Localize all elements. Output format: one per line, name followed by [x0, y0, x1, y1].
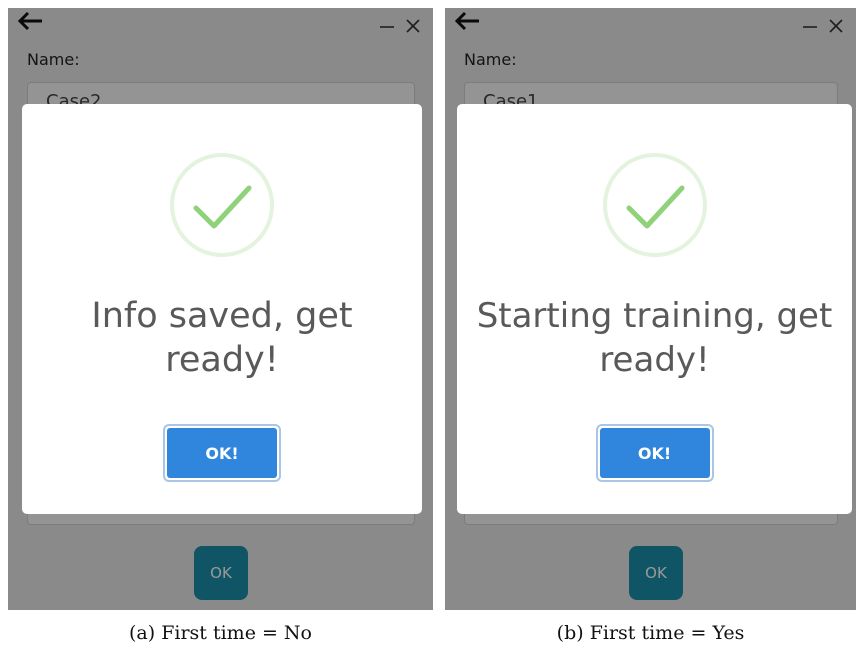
caption-b: (b) First time = Yes	[556, 622, 745, 644]
caption-a: (a) First time = No	[129, 622, 312, 644]
app-window-first-time-no: Name: Case2 OK Info saved, get ready! OK…	[8, 8, 433, 610]
check-circle-icon	[602, 153, 707, 257]
dialog-ok-button[interactable]: OK!	[163, 424, 281, 482]
dialog-ok-label: OK!	[167, 428, 277, 478]
dialog-message: Starting training, get ready!	[476, 296, 833, 380]
check-circle-icon	[170, 153, 274, 257]
success-dialog: Starting training, get ready! OK!	[457, 104, 852, 514]
dialog-message: Info saved, get ready!	[91, 296, 353, 380]
app-window-first-time-yes: Name: Case1 OK Starting training, get re…	[445, 8, 856, 610]
dialog-ok-label: OK!	[599, 428, 710, 478]
dialog-ok-button[interactable]: OK!	[595, 424, 714, 482]
success-dialog: Info saved, get ready! OK!	[22, 104, 422, 514]
